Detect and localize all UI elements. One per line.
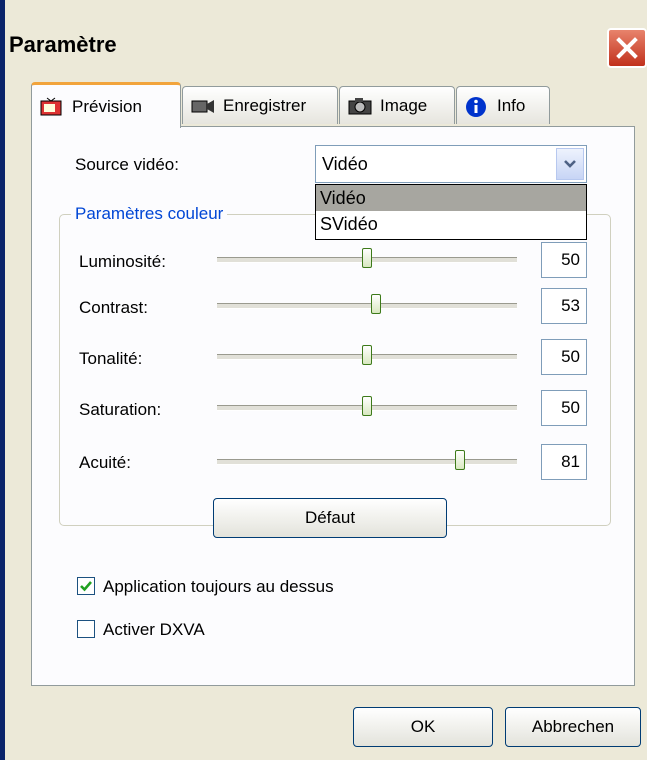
- sharpness-slider[interactable]: [217, 450, 517, 470]
- sharpness-value[interactable]: 81: [541, 444, 587, 480]
- settings-window: Paramètre Prévision Enregistrer Image In…: [0, 0, 647, 760]
- brightness-value[interactable]: 50: [541, 242, 587, 278]
- dxva-label[interactable]: Activer DXVA: [103, 620, 205, 640]
- contrast-value[interactable]: 53: [541, 288, 587, 324]
- source-video-dropdown: Vidéo SVidéo: [315, 184, 587, 240]
- title-bar[interactable]: Paramètre: [5, 14, 647, 68]
- info-icon: [465, 96, 489, 117]
- hue-slider[interactable]: [217, 345, 517, 365]
- cancel-button[interactable]: Abbrechen: [505, 707, 641, 747]
- hue-value[interactable]: 50: [541, 339, 587, 375]
- contrast-label: Contrast:: [79, 298, 148, 317]
- window-title: Paramètre: [9, 32, 117, 57]
- tab-label: Info: [497, 95, 526, 115]
- tab-label: Image: [380, 95, 428, 115]
- always-on-top-checkbox[interactable]: [77, 577, 95, 595]
- dxva-checkbox[interactable]: [77, 620, 95, 638]
- slider-thumb[interactable]: [362, 345, 372, 365]
- brightness-slider[interactable]: [217, 248, 517, 268]
- sharpness-label: Acuité:: [79, 453, 131, 472]
- source-video-select[interactable]: Vidéo: [315, 145, 587, 183]
- chevron-down-icon: [564, 160, 576, 168]
- dropdown-option-video[interactable]: Vidéo: [316, 185, 586, 211]
- close-icon: [616, 37, 638, 59]
- tab-image[interactable]: Image: [339, 86, 455, 124]
- dropdown-button[interactable]: [556, 148, 584, 180]
- default-button[interactable]: Défaut: [213, 498, 447, 538]
- slider-thumb[interactable]: [455, 450, 465, 470]
- hue-label: Tonalité:: [79, 349, 143, 368]
- source-video-label: Source vidéo:: [75, 155, 179, 174]
- tab-label: Prévision: [72, 96, 142, 116]
- color-settings-title: Paramètres couleur: [71, 204, 228, 224]
- checkmark-icon: [80, 581, 92, 592]
- close-button[interactable]: [607, 28, 647, 68]
- saturation-value[interactable]: 50: [541, 390, 587, 426]
- record-camera-icon: [191, 96, 215, 116]
- slider-thumb[interactable]: [371, 294, 381, 314]
- tab-enregistrer[interactable]: Enregistrer: [182, 86, 338, 124]
- contrast-slider[interactable]: [217, 294, 517, 314]
- tab-prevision[interactable]: Prévision: [31, 82, 181, 128]
- saturation-slider[interactable]: [217, 396, 517, 416]
- saturation-label: Saturation:: [79, 400, 162, 419]
- dropdown-option-svideo[interactable]: SVidéo: [316, 211, 586, 237]
- source-video-value: Vidéo: [322, 154, 368, 174]
- preview-tv-icon: [40, 97, 64, 117]
- tab-info[interactable]: Info: [456, 86, 550, 124]
- brightness-label: Luminosité:: [79, 252, 166, 271]
- ok-button[interactable]: OK: [353, 707, 493, 747]
- slider-thumb[interactable]: [362, 396, 372, 416]
- photo-camera-icon: [348, 96, 372, 116]
- tab-label: Enregistrer: [223, 95, 307, 115]
- always-on-top-label[interactable]: Application toujours au dessus: [103, 577, 334, 597]
- slider-thumb[interactable]: [362, 248, 372, 268]
